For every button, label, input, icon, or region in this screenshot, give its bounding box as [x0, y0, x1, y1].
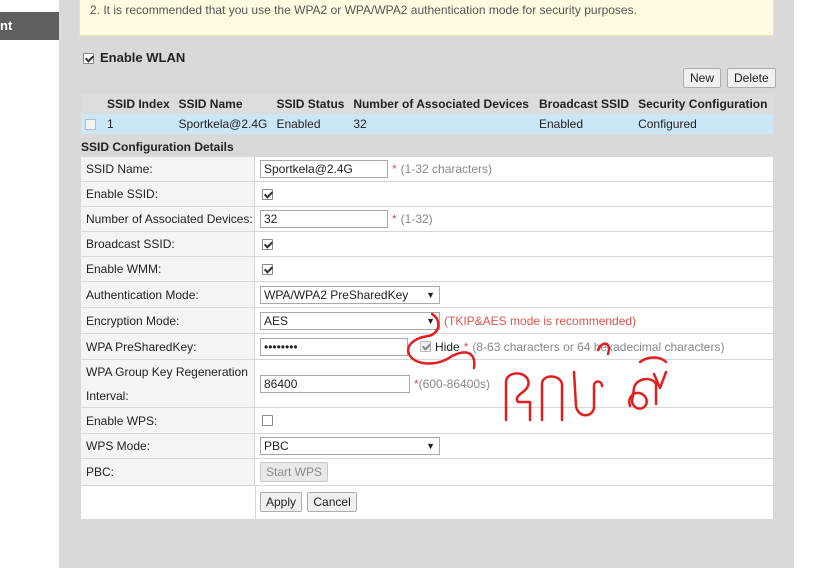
assoc-devices-required: *: [392, 212, 397, 226]
psk-label: WPA PreSharedKey:: [81, 334, 255, 359]
new-button[interactable]: New: [683, 68, 722, 88]
row-enable-wps: Enable WPS:: [81, 408, 773, 434]
ssid-name-label: SSID Name:: [81, 157, 255, 181]
group-key-label-line1: WPA Group Key Regeneration: [86, 364, 248, 379]
group-key-hint: (600-86400s): [418, 376, 491, 391]
security-note-text: 2. It is recommended that you use the WP…: [90, 3, 637, 17]
form-actions-spacer: [81, 486, 256, 519]
start-wps-button[interactable]: Start WPS: [260, 462, 329, 482]
row-assoc-devices: Number of Associated Devices: * (1-32): [81, 207, 773, 232]
row-group-key: WPA Group Key Regeneration Interval: * (…: [81, 360, 773, 408]
table-row[interactable]: 1 Sportkela@2.4G Enabled 32 Enabled Conf…: [81, 114, 773, 134]
apply-button[interactable]: Apply: [260, 492, 303, 512]
wps-mode-value: PBC: [264, 439, 289, 453]
assoc-devices-hint: (1-32): [400, 212, 433, 226]
group-key-label-line2: Interval:: [86, 388, 129, 403]
enable-wlan-checkbox[interactable]: [83, 53, 94, 65]
ssid-col-devices: Number of Associated Devices: [349, 94, 535, 114]
group-key-input[interactable]: [260, 374, 410, 393]
ssid-col-security: Security Configuration: [634, 94, 773, 114]
left-nav-tab-label: nt: [0, 18, 13, 33]
wps-mode-select[interactable]: PBC ▼: [260, 437, 440, 455]
psk-hide-label: Hide: [435, 339, 460, 354]
enable-wps-checkbox[interactable]: [262, 415, 273, 426]
chevron-down-icon: ▼: [426, 289, 435, 300]
ssid-col-index: SSID Index: [103, 94, 175, 114]
psk-hint: (8-63 characters or 64 hexadecimal chara…: [472, 339, 725, 354]
broadcast-ssid-label: Broadcast SSID:: [81, 232, 255, 256]
enable-wmm-label: Enable WMM:: [81, 257, 255, 281]
main-content: 2. It is recommended that you use the WP…: [59, 0, 794, 568]
assoc-devices-input[interactable]: [260, 210, 388, 228]
auth-mode-value: WPA/WPA2 PreSharedKey: [264, 287, 409, 302]
pbc-label: PBC:: [81, 459, 255, 485]
config-section-title: SSID Configuration Details: [81, 140, 234, 154]
enable-wlan-label: Enable WLAN: [100, 50, 186, 65]
row-broadcast-ssid: Broadcast SSID:: [81, 232, 773, 257]
ssid-table-header: SSID Index SSID Name SSID Status Number …: [81, 94, 773, 114]
encryption-mode-note: (TKIP&AES mode is recommended): [444, 313, 637, 328]
chevron-down-icon: ▼: [426, 315, 435, 326]
row-enable-wmm: Enable WMM:: [81, 257, 773, 282]
wps-mode-label: WPS Mode:: [81, 434, 255, 458]
ssid-row-status: Enabled: [272, 114, 350, 134]
row-auth-mode: Authentication Mode: WPA/WPA2 PreSharedK…: [81, 282, 773, 308]
auth-mode-label: Authentication Mode:: [81, 282, 255, 307]
enable-ssid-checkbox[interactable]: [262, 188, 273, 200]
ssid-row-broadcast: Enabled: [534, 114, 635, 134]
ssid-row-select[interactable]: [81, 114, 103, 134]
ssid-row-security: Configured: [634, 114, 773, 134]
group-key-label: WPA Group Key Regeneration Interval:: [81, 360, 255, 407]
psk-required: *: [463, 339, 469, 354]
delete-button[interactable]: Delete: [727, 68, 776, 88]
ssid-table-header-select: [81, 94, 103, 114]
ssid-row-devices: 32: [349, 114, 535, 134]
encryption-mode-select[interactable]: AES ▼: [260, 311, 440, 330]
chevron-down-icon: ▼: [426, 441, 435, 451]
ssid-name-required: *: [392, 162, 397, 176]
enable-ssid-label: Enable SSID:: [81, 182, 255, 206]
enable-wps-label: Enable WPS:: [81, 408, 255, 433]
ssid-config-form: SSID Name: * (1-32 characters) Enable SS…: [81, 157, 773, 519]
row-enable-ssid: Enable SSID:: [81, 182, 773, 207]
row-psk: WPA PreSharedKey: Hide * (8-63 character…: [81, 334, 773, 360]
right-gutter: [794, 0, 839, 568]
row-encryption-mode: Encryption Mode: AES ▼ (TKIP&AES mode is …: [81, 308, 773, 334]
enable-wlan-toggle[interactable]: Enable WLAN: [83, 50, 185, 65]
broadcast-ssid-checkbox[interactable]: [262, 238, 273, 250]
ssid-row-name: Sportkela@2.4G: [174, 114, 273, 134]
row-ssid-name: SSID Name: * (1-32 characters): [81, 157, 773, 182]
left-nav-active-tab[interactable]: nt: [0, 12, 59, 40]
encryption-mode-value: AES: [264, 313, 289, 328]
psk-hide-checkbox[interactable]: [420, 341, 431, 352]
ssid-col-name: SSID Name: [174, 94, 273, 114]
auth-mode-select[interactable]: WPA/WPA2 PreSharedKey ▼: [260, 285, 440, 304]
psk-input[interactable]: [260, 337, 408, 356]
ssid-row-index: 1: [103, 114, 175, 134]
encryption-mode-label: Encryption Mode:: [81, 308, 255, 333]
ssid-row-checkbox[interactable]: [85, 119, 96, 131]
form-actions: Apply Cancel: [81, 486, 773, 519]
security-note: 2. It is recommended that you use the WP…: [79, 0, 774, 36]
ssid-col-broadcast: Broadcast SSID: [534, 94, 635, 114]
row-wps-mode: WPS Mode: PBC ▼: [81, 434, 773, 459]
row-pbc: PBC: Start WPS: [81, 459, 773, 486]
ssid-name-input[interactable]: [260, 160, 388, 178]
ssid-table: SSID Index SSID Name SSID Status Number …: [81, 94, 773, 134]
assoc-devices-label: Number of Associated Devices:: [81, 207, 255, 231]
ssid-name-hint: (1-32 characters): [400, 162, 493, 176]
cancel-button[interactable]: Cancel: [307, 492, 357, 512]
ssid-col-status: SSID Status: [272, 94, 350, 114]
enable-wmm-checkbox[interactable]: [262, 263, 273, 275]
left-nav-panel: nt: [0, 0, 59, 568]
